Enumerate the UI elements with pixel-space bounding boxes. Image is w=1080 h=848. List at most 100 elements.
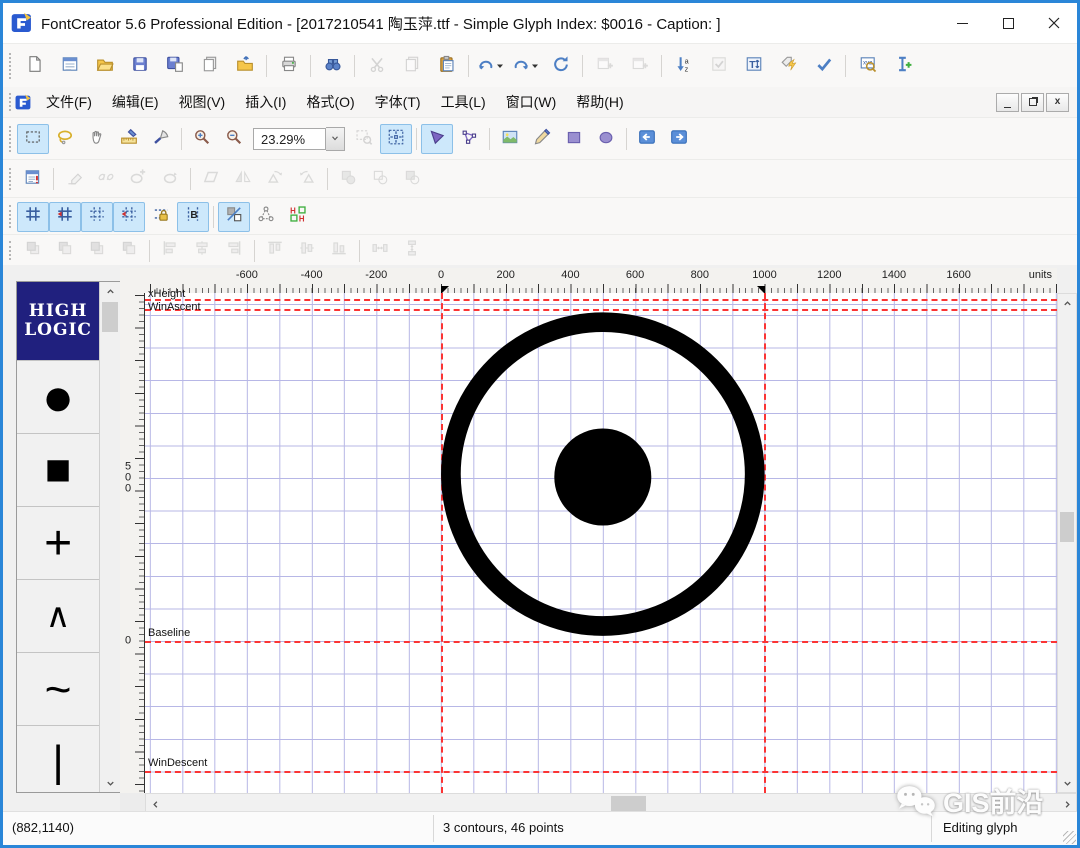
previous-glyph-icon: [638, 128, 656, 151]
palette-scroll-thumb[interactable]: [102, 302, 118, 332]
font-overview-button[interactable]: [52, 50, 87, 83]
glyph-palette-cells: HIGH LOGIC ●■+∧~|: [17, 282, 99, 792]
knife-tool-button[interactable]: [145, 124, 177, 154]
lasso-tool-button[interactable]: [49, 124, 81, 154]
zoom-to-selection-button: [348, 124, 380, 154]
zoom-level-combo[interactable]: 23.29%: [253, 127, 345, 151]
palette-scrollbar[interactable]: [99, 282, 120, 792]
window-controls: [939, 3, 1077, 43]
next-glyph-button[interactable]: [663, 124, 695, 154]
paste-button[interactable]: [429, 50, 464, 83]
background-image-button[interactable]: [494, 124, 526, 154]
vertical-scroll-thumb[interactable]: [1060, 512, 1074, 542]
glyph-sample: ●: [42, 366, 75, 428]
draw-contour-button[interactable]: [526, 124, 558, 154]
menu-item-9[interactable]: 帮助(H): [566, 88, 633, 116]
menu-item-2[interactable]: 编辑(E): [102, 88, 169, 116]
sort-glyphs-button[interactable]: az: [666, 50, 701, 83]
toolbar-separator: [190, 168, 191, 190]
mdi-minimize-button[interactable]: [996, 93, 1019, 112]
skew-button: [195, 164, 227, 194]
print-button[interactable]: [271, 50, 306, 83]
chevron-right-icon: [1062, 799, 1073, 810]
insert-rectangle-icon: [565, 128, 583, 151]
vertical-scrollbar[interactable]: [1057, 293, 1077, 793]
show-guidelines-button[interactable]: [81, 202, 113, 232]
glyph-cell-3[interactable]: +: [17, 507, 99, 580]
copy-glyphs-button[interactable]: [192, 50, 227, 83]
glyph-edit-workspace: HIGH LOGIC ●■+∧~| units -600-400-2000200…: [3, 265, 1077, 815]
ruler-corner: [120, 268, 145, 294]
palette-scroll-down-button[interactable]: [100, 774, 120, 792]
minimize-button[interactable]: [939, 3, 985, 43]
measure-tool-icon: [120, 128, 138, 151]
glyph-properties-button[interactable]: [17, 164, 49, 194]
lock-guidelines-button[interactable]: [145, 202, 177, 232]
menu-item-1[interactable]: 文件(F): [36, 88, 102, 116]
previous-glyph-button[interactable]: [631, 124, 663, 154]
zoom-level-value: 23.29%: [253, 128, 326, 150]
maximize-button[interactable]: [985, 3, 1031, 43]
insert-ellipse-button[interactable]: [590, 124, 622, 154]
close-button[interactable]: [1031, 3, 1077, 43]
zoom-dropdown-button[interactable]: [326, 127, 345, 151]
pan-tool-button[interactable]: [81, 124, 113, 154]
menu-item-3[interactable]: 视图(V): [169, 88, 236, 116]
glyph-cell-2[interactable]: ■: [17, 434, 99, 507]
glyph-cell-1[interactable]: ●: [17, 361, 99, 434]
save-project-button[interactable]: [157, 50, 192, 83]
glyph-outline[interactable]: [145, 293, 1057, 793]
redo-button[interactable]: [508, 50, 543, 83]
skew-icon: [202, 168, 220, 191]
measure-tool-button[interactable]: [113, 124, 145, 154]
menu-item-5[interactable]: 格式(O): [296, 88, 364, 116]
point-mode-button[interactable]: [453, 124, 485, 154]
scroll-up-button[interactable]: [1058, 294, 1076, 312]
zoom-to-glyph-button[interactable]: [380, 124, 412, 154]
scroll-down-button[interactable]: [1058, 774, 1076, 792]
zoom-in-button[interactable]: [186, 124, 218, 154]
validate-font-button[interactable]: [806, 50, 841, 83]
insert-characters-button[interactable]: [885, 50, 920, 83]
menu-item-4[interactable]: 插入(I): [235, 88, 296, 116]
glyph-cell-6[interactable]: |: [17, 726, 99, 793]
mdi-restore-button[interactable]: [1021, 93, 1044, 112]
insert-rectangle-button[interactable]: [558, 124, 590, 154]
find-button[interactable]: [315, 50, 350, 83]
menu-item-6[interactable]: 字体(T): [365, 88, 431, 116]
show-metrics-button[interactable]: HH: [282, 202, 314, 232]
undo-button[interactable]: [473, 50, 508, 83]
space-horizontally-icon: [371, 239, 389, 262]
menu-item-8[interactable]: 窗口(W): [496, 88, 567, 116]
save-button[interactable]: [122, 50, 157, 83]
import-button[interactable]: [227, 50, 262, 83]
autonaming-button[interactable]: [771, 50, 806, 83]
glyph-transform-button[interactable]: T: [736, 50, 771, 83]
horizontal-scroll-thumb[interactable]: [611, 796, 646, 812]
snap-to-guidelines-button[interactable]: [113, 202, 145, 232]
snap-to-outline-button[interactable]: [218, 202, 250, 232]
menu-item-7[interactable]: 工具(L): [431, 88, 496, 116]
repeat-button[interactable]: [543, 50, 578, 83]
show-points-button[interactable]: [250, 202, 282, 232]
save-icon: [131, 55, 149, 78]
mdi-close-button[interactable]: x: [1046, 93, 1069, 112]
zoom-to-selection-icon: [355, 128, 373, 151]
glyph-cell-5[interactable]: ~: [17, 653, 99, 726]
show-bearings-button[interactable]: B: [177, 202, 209, 232]
preview-font-button[interactable]: xyz: [850, 50, 885, 83]
new-font-button[interactable]: [17, 50, 52, 83]
palette-scroll-up-button[interactable]: [100, 282, 120, 300]
drawing-toolbar: 23.29%: [3, 117, 1077, 161]
glyph-cell-4[interactable]: ∧: [17, 580, 99, 653]
show-grid-button[interactable]: [17, 202, 49, 232]
resize-grip[interactable]: [1063, 831, 1076, 844]
zoom-out-button[interactable]: [218, 124, 250, 154]
glyph-canvas[interactable]: xHeight WinAscent Baseline WinDescent: [145, 293, 1057, 793]
contour-mode-button[interactable]: [421, 124, 453, 154]
space-vertically-button: [396, 237, 428, 264]
cut-button: [359, 50, 394, 83]
open-button[interactable]: [87, 50, 122, 83]
snap-to-grid-button[interactable]: [49, 202, 81, 232]
select-tool-button[interactable]: [17, 124, 49, 154]
